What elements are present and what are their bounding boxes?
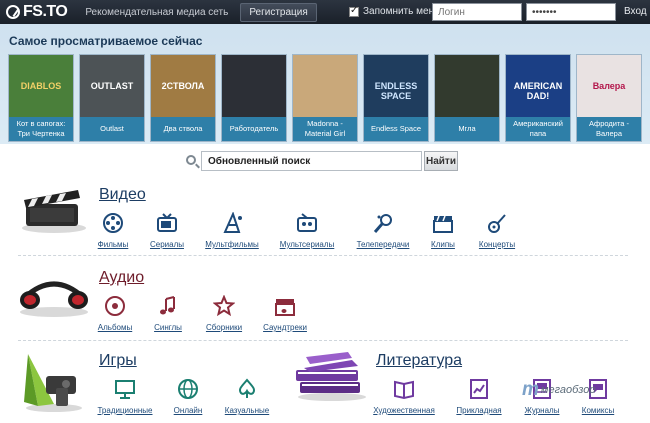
games-category-1[interactable]: Традиционные xyxy=(90,378,160,415)
audio-category-label[interactable]: Саундтреки xyxy=(250,323,320,332)
books-illustration xyxy=(296,352,366,401)
audio-category-label[interactable]: Сборники xyxy=(189,323,259,332)
video-category-label[interactable]: Концерты xyxy=(462,240,532,249)
recommend-link[interactable]: Рекомендательная медиа сеть xyxy=(85,7,228,18)
party-hat-icon[interactable] xyxy=(221,211,243,234)
film-reel-icon[interactable] xyxy=(102,212,124,234)
poster-row: DIABLOS Кот в сапогах: Три Чертенка OUTLAS… xyxy=(8,54,642,142)
watermark-logo: m мегаобзор xyxy=(522,379,596,401)
audio-category-4[interactable]: Саундтреки xyxy=(250,295,320,332)
literature-category-label[interactable]: Художественная xyxy=(369,406,439,415)
literature-category-label[interactable]: Прикладная xyxy=(444,406,514,415)
poster-art[interactable]: AMERICAN DAD! xyxy=(506,55,570,119)
poster-caption[interactable]: Endless Space xyxy=(364,117,428,141)
games-category-label[interactable]: Традиционные xyxy=(90,406,160,415)
stars-icon[interactable] xyxy=(212,294,236,317)
games-category-3[interactable]: Казуальные xyxy=(212,378,282,415)
poster-art-title: OUTLAST xyxy=(90,81,134,91)
remember-me-checkbox[interactable]: Запомнить меня xyxy=(349,5,440,17)
login-input[interactable] xyxy=(432,3,522,21)
poster-card[interactable]: AMERICAN DAD! Американский папа xyxy=(505,54,571,142)
poster-caption[interactable]: Мгла xyxy=(435,117,499,141)
chart-book-icon[interactable] xyxy=(468,378,490,400)
tv-icon[interactable] xyxy=(156,212,178,234)
checkbox-checked-icon[interactable] xyxy=(349,5,359,17)
poster-card[interactable]: 2СТВОЛА Два ствола xyxy=(150,54,216,142)
poster-art-title: DIABLOS xyxy=(20,81,62,91)
poster-art[interactable] xyxy=(435,55,499,119)
poster-caption[interactable]: Outlast xyxy=(80,117,144,141)
music-note-icon[interactable] xyxy=(157,295,179,317)
poster-art[interactable]: 2СТВОЛА xyxy=(151,55,215,119)
video-title[interactable]: Видео xyxy=(99,186,146,204)
poster-caption[interactable]: Два ствола xyxy=(151,117,215,141)
login-button[interactable]: Вход xyxy=(624,6,647,17)
video-category-4[interactable]: Мультсериалы xyxy=(272,212,342,249)
search-button[interactable]: Найти xyxy=(424,151,458,171)
poster-card[interactable]: DIABLOS Кот в сапогах: Три Чертенка xyxy=(8,54,74,142)
watermark-mark: m xyxy=(522,379,539,400)
remember-label: Запомнить меня xyxy=(363,6,440,17)
video-category-7[interactable]: Концерты xyxy=(462,212,532,249)
site-logo[interactable]: FS.TO xyxy=(6,3,68,21)
poster-art[interactable]: OUTLAST xyxy=(80,55,144,119)
literature-title[interactable]: Литература xyxy=(376,352,462,370)
most-viewed-section: Самое просматриваемое сейчас DIABLOS Кот … xyxy=(0,24,650,144)
poster-caption[interactable]: Афродита - Валера xyxy=(577,117,641,141)
logo-text: FS.TO xyxy=(23,3,68,20)
watermark-text: мегаобзор xyxy=(540,384,596,396)
video-category-3[interactable]: Мультфильмы xyxy=(197,211,267,249)
poster-art[interactable] xyxy=(222,55,286,119)
clapper-icon[interactable] xyxy=(432,212,454,234)
poster-art[interactable] xyxy=(293,55,357,119)
audio-category-3[interactable]: Сборники xyxy=(189,294,259,332)
poster-caption[interactable]: Кот в сапогах: Три Чертенка xyxy=(9,117,73,141)
poster-art-title: Валера xyxy=(592,81,626,91)
poster-caption[interactable]: Работодатель xyxy=(222,117,286,141)
poster-card[interactable]: Madonna - Material Girl xyxy=(292,54,358,142)
games-illustration xyxy=(24,354,82,412)
poster-art-title: AMERICAN DAD! xyxy=(513,81,563,101)
video-category-label[interactable]: Мультфильмы xyxy=(197,240,267,249)
disc-icon[interactable] xyxy=(104,295,126,317)
spade-icon[interactable] xyxy=(236,378,258,400)
poster-card[interactable]: OUTLAST Outlast xyxy=(79,54,145,142)
clapper-note-icon[interactable] xyxy=(274,295,296,317)
video-category-label[interactable]: Сериалы xyxy=(132,240,202,249)
microphone-icon[interactable] xyxy=(372,212,394,234)
search-input[interactable] xyxy=(201,151,422,171)
games-category-label[interactable]: Казуальные xyxy=(212,406,282,415)
most-viewed-title: Самое просматриваемое сейчас xyxy=(9,34,203,48)
cartoon-tv-icon[interactable] xyxy=(296,212,318,234)
poster-card[interactable]: Мгла xyxy=(434,54,500,142)
poster-caption[interactable]: Американский папа xyxy=(506,117,570,141)
poster-art[interactable]: ENDLESS SPACE xyxy=(364,55,428,119)
monitor-icon[interactable] xyxy=(114,378,136,400)
poster-art-title: 2СТВОЛА xyxy=(161,81,205,91)
video-category-label[interactable]: Мультсериалы xyxy=(272,240,342,249)
audio-title[interactable]: Аудио xyxy=(99,269,144,287)
poster-card[interactable]: ENDLESS SPACE Endless Space xyxy=(363,54,429,142)
literature-category-2[interactable]: Прикладная xyxy=(444,378,514,415)
poster-card[interactable]: Работодатель xyxy=(221,54,287,142)
poster-art[interactable]: DIABLOS xyxy=(9,55,73,119)
poster-art[interactable]: Валера xyxy=(577,55,641,119)
games-title[interactable]: Игры xyxy=(99,352,137,370)
logo-check-icon xyxy=(6,5,20,19)
search-icon xyxy=(186,155,196,165)
video-category-2[interactable]: Сериалы xyxy=(132,212,202,249)
open-book-icon[interactable] xyxy=(393,378,415,400)
divider xyxy=(18,340,628,341)
poster-card[interactable]: Валера Афродита - Валера xyxy=(576,54,642,142)
guitar-icon[interactable] xyxy=(486,212,508,234)
divider xyxy=(18,255,628,256)
password-input[interactable] xyxy=(526,3,616,21)
poster-caption[interactable]: Madonna - Material Girl xyxy=(293,117,357,141)
globe-icon[interactable] xyxy=(177,378,199,400)
literature-category-label[interactable]: Комиксы xyxy=(563,406,633,415)
literature-category-1[interactable]: Художественная xyxy=(369,378,439,415)
register-button[interactable]: Регистрация xyxy=(240,2,317,22)
poster-art-title: ENDLESS SPACE xyxy=(374,81,418,101)
